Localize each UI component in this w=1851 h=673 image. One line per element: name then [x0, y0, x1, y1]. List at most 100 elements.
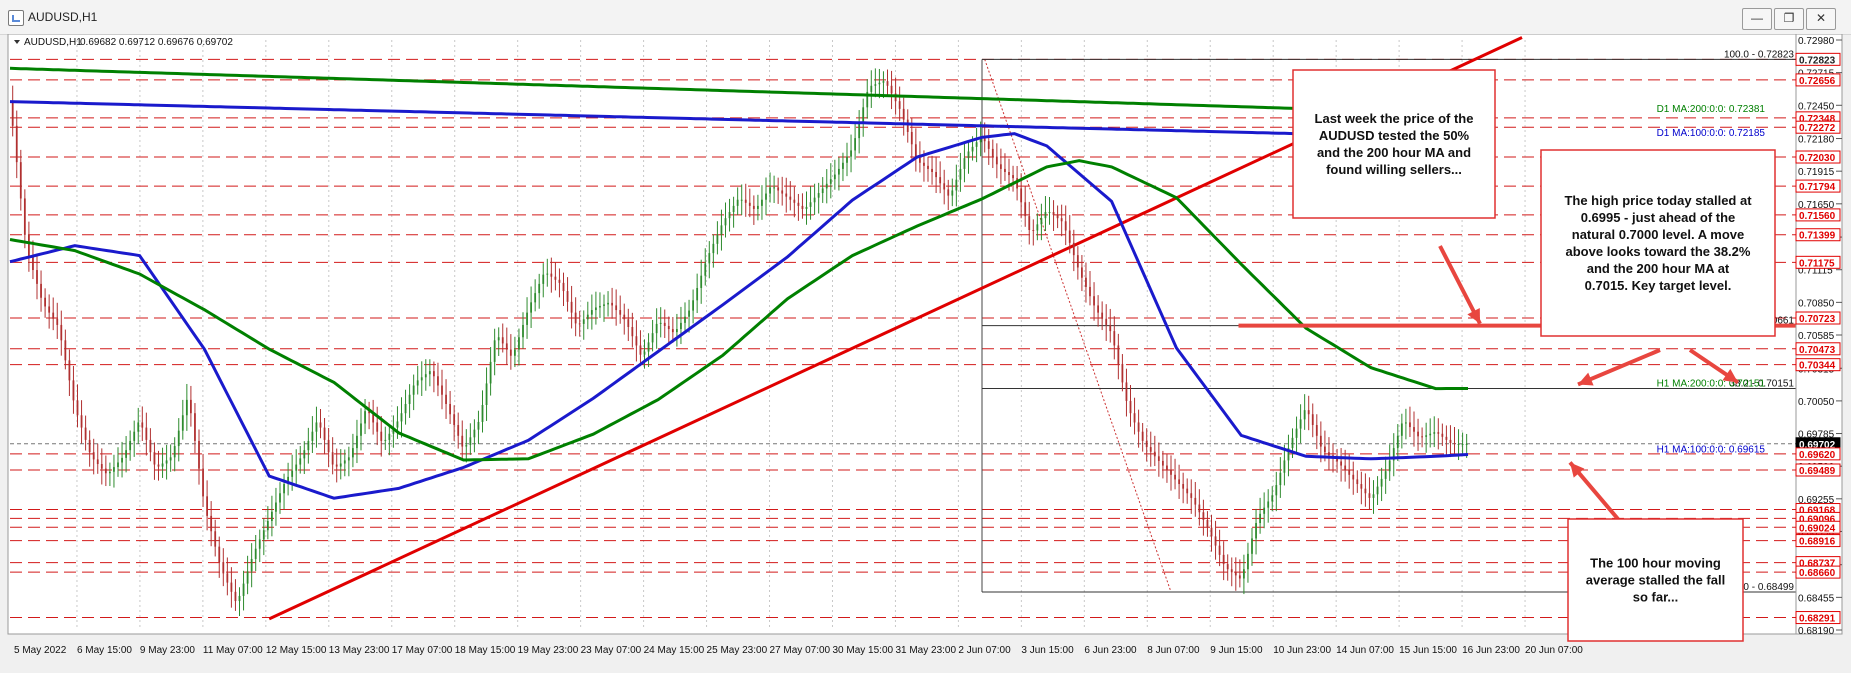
candle-body: [862, 107, 865, 123]
ma-label: H1 MA:100:0:0: 0.69615: [1657, 444, 1766, 455]
candle-body: [100, 464, 103, 469]
candle-body: [781, 190, 784, 194]
candle-body: [473, 429, 476, 438]
annotation-text: AUDUSD tested the 50%: [1319, 128, 1470, 143]
candle-body: [1433, 432, 1436, 434]
x-tick-label: 10 Jun 23:00: [1273, 645, 1331, 656]
candle-body: [1283, 460, 1286, 473]
candle-body: [339, 463, 342, 467]
candle-body: [52, 312, 55, 319]
candle-body: [493, 340, 496, 362]
candle-body: [724, 218, 727, 226]
candle-body: [315, 422, 318, 432]
candle-body: [1044, 212, 1047, 219]
candle-body: [846, 156, 848, 163]
candle-body: [1093, 296, 1095, 306]
candle-body: [1153, 451, 1156, 457]
candle-body: [364, 411, 366, 424]
x-tick-label: 9 May 23:00: [140, 645, 195, 656]
candle-body: [96, 459, 99, 465]
candle-body: [262, 530, 265, 540]
x-tick-label: 31 May 23:00: [895, 645, 956, 656]
candle-body: [1449, 439, 1452, 443]
minimize-button[interactable]: —: [1742, 8, 1772, 30]
candle-body: [748, 202, 751, 206]
candle-body: [1372, 494, 1375, 498]
candle-body: [437, 376, 439, 386]
price-tag-label: 0.70723: [1799, 314, 1836, 325]
candle-body: [943, 183, 946, 190]
candle-body: [582, 319, 585, 324]
candle-body: [1222, 554, 1225, 565]
header-symbol: AUDUSD,H1: [24, 37, 82, 48]
candle-body: [1429, 433, 1432, 436]
candle-body: [145, 427, 148, 440]
x-tick-label: 13 May 23:00: [329, 645, 390, 656]
candle-body: [1198, 504, 1201, 513]
candle-body: [615, 305, 618, 311]
candle-body: [141, 422, 144, 428]
candle-body: [732, 205, 735, 213]
candle-body: [117, 462, 119, 468]
candle-body: [595, 307, 597, 311]
candle-body: [1008, 172, 1010, 176]
annotation-text: so far...: [1633, 590, 1679, 605]
annotation-text: and the 200 hour MA and: [1317, 145, 1471, 160]
candle-body: [40, 283, 42, 298]
restore-button[interactable]: ❐: [1774, 8, 1804, 30]
candle-body: [631, 326, 634, 337]
candle-body: [327, 439, 330, 453]
annotation-text: average stalled the fall: [1586, 573, 1725, 588]
candle-body: [1157, 456, 1160, 461]
candle-body: [1206, 519, 1209, 528]
candle-body: [1166, 465, 1168, 471]
price-tag-label: 0.71794: [1799, 182, 1836, 193]
candle-body: [878, 82, 881, 85]
price-chart[interactable]: 100.0 - 0.7282350.0 - 0.7066138.2 - 0.70…: [0, 34, 1851, 673]
candle-body: [947, 189, 950, 196]
candle-body: [1344, 465, 1347, 471]
candle-body: [424, 374, 427, 378]
candle-body: [522, 324, 524, 338]
annotation-text: 0.6995 - just ahead of the: [1581, 210, 1736, 225]
window-title: AUDUSD,H1: [28, 10, 98, 24]
candle-body: [1113, 331, 1116, 346]
candle-body: [740, 199, 743, 201]
candle-body: [218, 546, 221, 563]
candle-body: [76, 400, 79, 416]
candle-body: [169, 457, 172, 461]
annotation-text: Last week the price of the: [1315, 111, 1474, 126]
candle-body: [566, 291, 569, 302]
candle-body: [534, 293, 537, 303]
candle-body: [1097, 305, 1099, 313]
candle-body: [744, 199, 747, 203]
candle-body: [1210, 527, 1213, 537]
candle-body: [266, 520, 269, 531]
candle-body: [765, 193, 767, 200]
candle-body: [161, 463, 164, 467]
candle-body: [210, 515, 213, 532]
candle-body: [1202, 512, 1205, 520]
candle-body: [275, 502, 277, 512]
candle-body: [347, 457, 350, 461]
y-tick-label: 0.70850: [1798, 298, 1835, 309]
candle-body: [283, 484, 285, 494]
price-tag-label: 0.68291: [1799, 614, 1836, 625]
candle-body: [271, 511, 273, 521]
close-button[interactable]: ✕: [1806, 8, 1836, 30]
candle-body: [712, 243, 715, 254]
candle-body: [1384, 471, 1387, 479]
candle-body: [647, 342, 650, 352]
candle-body: [489, 361, 492, 384]
candle-body: [384, 439, 387, 441]
candle-body: [1340, 461, 1342, 466]
x-tick-label: 12 May 15:00: [266, 645, 327, 656]
x-tick-label: 5 May 2022: [14, 645, 67, 656]
candle-body: [951, 190, 954, 196]
candle-body: [671, 329, 674, 333]
price-tag-label: 0.68916: [1799, 537, 1836, 548]
candle-body: [817, 193, 820, 198]
header-ohlc: 0.69682 0.69712 0.69676 0.69702: [80, 37, 233, 48]
candle-body: [1145, 440, 1148, 448]
candle-body: [518, 337, 520, 350]
